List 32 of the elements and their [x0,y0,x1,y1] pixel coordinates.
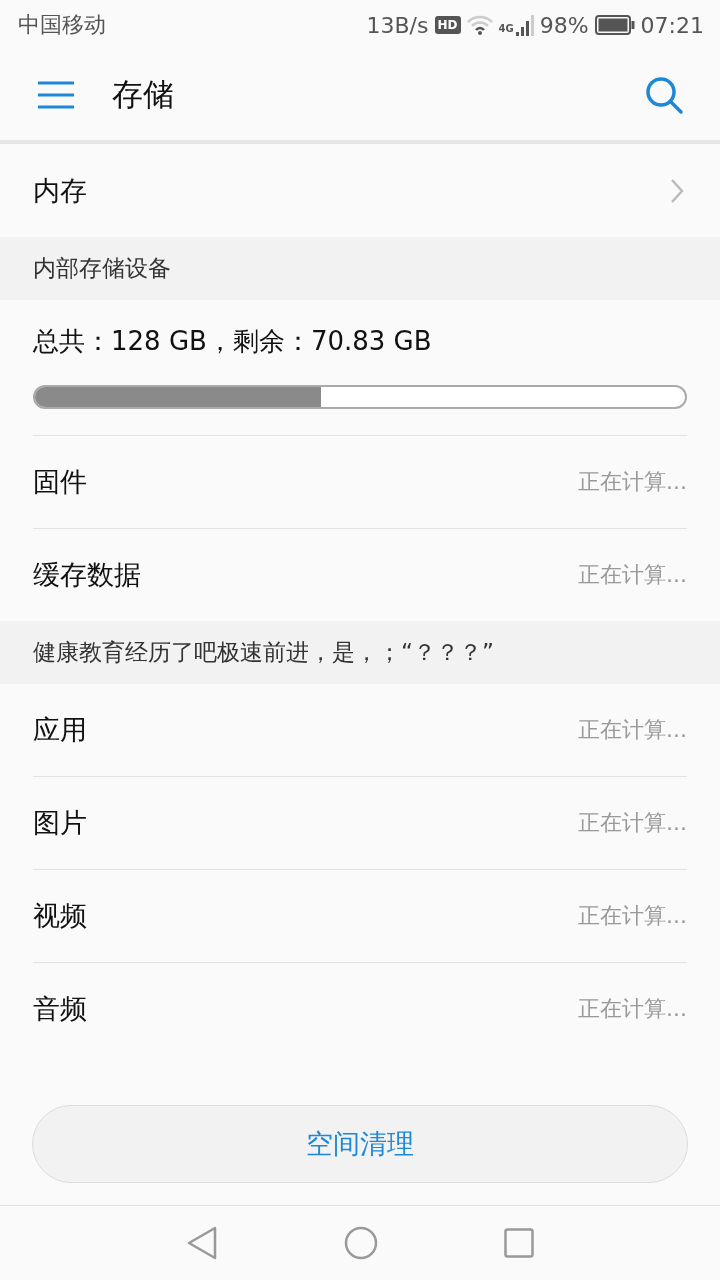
storage-summary: 总共：128 GB，剩余：70.83 GB [33,325,433,358]
battery-percent: 98% [539,12,589,38]
search-icon[interactable] [644,75,684,115]
category-size: 正在计算... [578,468,687,496]
category-size: 正在计算... [578,809,687,837]
clock-time: 07:21 [640,12,704,38]
section-header: 内部存储设备 [33,254,171,283]
section-header: 健康教育经历了吧极速前进，是，；“？？？” [33,638,494,667]
home-icon[interactable] [344,1226,378,1260]
category-label: 视频 [33,899,87,933]
category-size: 正在计算... [578,902,687,930]
category-label: 应用 [33,713,87,747]
chevron-icon [670,177,684,204]
hd-badge: HD [434,16,461,34]
wifi-icon [466,15,493,35]
network-type: 4G [498,22,514,34]
network-speed: 13B/s [366,12,429,38]
menu-icon[interactable] [38,81,74,109]
category-size: 正在计算... [578,995,687,1023]
signal-icon [515,14,534,36]
page-title: 存储 [112,75,175,114]
category-label: 图片 [33,806,87,840]
memory-row[interactable]: 内存 [0,144,720,237]
category-label: 音频 [33,992,87,1026]
battery-icon [594,15,635,35]
recents-icon[interactable] [504,1228,534,1258]
carrier-name: 中国移动 [18,11,106,39]
category-size: 正在计算... [578,716,687,744]
category-size: 正在计算... [578,561,687,589]
category-label: 固件 [33,465,87,499]
back-icon[interactable] [186,1226,218,1260]
category-label: 缓存数据 [33,558,141,592]
